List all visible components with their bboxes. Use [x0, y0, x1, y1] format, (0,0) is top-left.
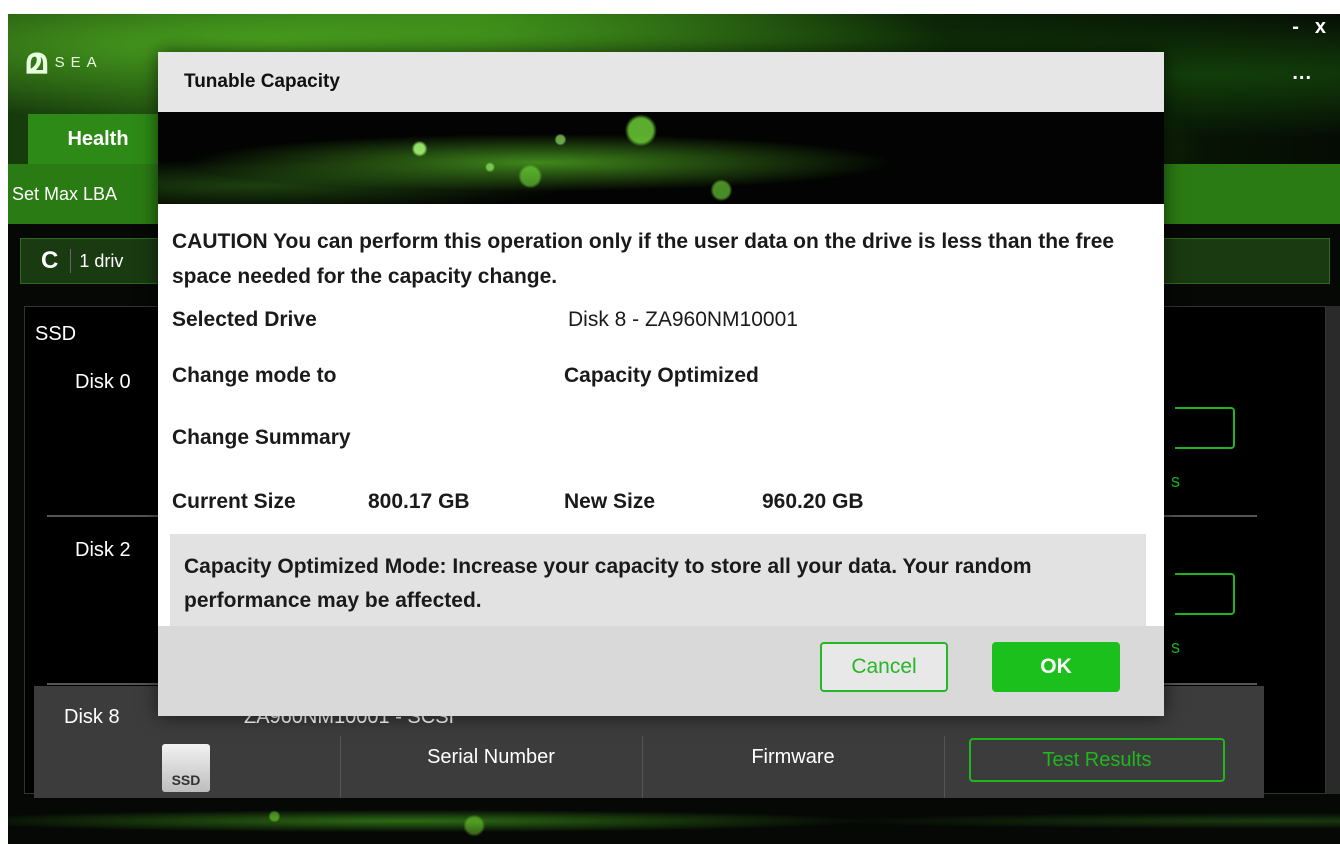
seagate-logo-icon: മ — [24, 41, 47, 82]
ssd-drive-icon: SSD — [162, 744, 210, 792]
tunable-capacity-dialog: Tunable Capacity CAUTION You can perform… — [158, 52, 1164, 716]
serial-number-header: Serial Number — [427, 746, 555, 768]
new-size-value: 960.20 GB — [762, 490, 864, 513]
ok-button[interactable]: OK — [992, 642, 1120, 692]
column-divider — [944, 736, 945, 798]
group-label-ssd: SSD — [35, 323, 77, 345]
change-summary-label: Change Summary — [172, 426, 351, 449]
subnav-item-set-max-lba[interactable]: Set Max LBA — [12, 184, 117, 205]
disk-2-action-button[interactable] — [1175, 573, 1235, 615]
close-button[interactable]: x — [1315, 16, 1326, 39]
seagate-logo: മ SEA — [24, 44, 103, 80]
drives-count-text: 1 driv — [79, 250, 124, 271]
disk-2-label[interactable]: Disk 2 — [75, 539, 131, 562]
selected-drive-value: Disk 8 - ZA960NM10001 — [568, 308, 798, 331]
minimize-button[interactable]: - — [1292, 16, 1299, 39]
toolbar-divider — [70, 249, 72, 273]
dialog-banner — [158, 112, 1164, 204]
refresh-icon[interactable]: C — [41, 249, 58, 273]
disk-0-action-button[interactable] — [1175, 407, 1235, 449]
cancel-button[interactable]: Cancel — [820, 642, 948, 692]
disk-0-link[interactable]: s — [1171, 471, 1180, 492]
dialog-footer: Cancel OK — [158, 626, 1164, 716]
selected-drive-label: Selected Drive — [172, 308, 317, 331]
change-mode-label: Change mode to — [172, 364, 337, 387]
test-results-button[interactable]: Test Results — [969, 738, 1225, 782]
disk-2-link[interactable]: s — [1171, 637, 1180, 658]
drive-list-scrollbar[interactable] — [1326, 306, 1340, 794]
firmware-header: Firmware — [751, 746, 835, 768]
current-size-label: Current Size — [172, 490, 296, 513]
disk-0-label[interactable]: Disk 0 — [75, 371, 131, 394]
disk-8-label: Disk 8 — [64, 706, 120, 728]
caution-message: CAUTION You can perform this operation o… — [172, 230, 1115, 288]
footer-banner — [8, 798, 1340, 844]
current-size-value: 800.17 GB — [368, 490, 470, 513]
more-options-icon[interactable]: ... — [1292, 62, 1312, 85]
dialog-titlebar: Tunable Capacity — [158, 52, 1164, 112]
seagate-logo-text: SEA — [54, 53, 103, 71]
change-mode-value: Capacity Optimized — [564, 364, 759, 387]
tab-health[interactable]: Health — [28, 114, 168, 164]
dialog-title: Tunable Capacity — [184, 71, 340, 92]
mode-description: Capacity Optimized Mode: Increase your c… — [170, 534, 1146, 626]
new-size-label: New Size — [564, 490, 656, 513]
window-controls: - x — [1292, 16, 1326, 39]
